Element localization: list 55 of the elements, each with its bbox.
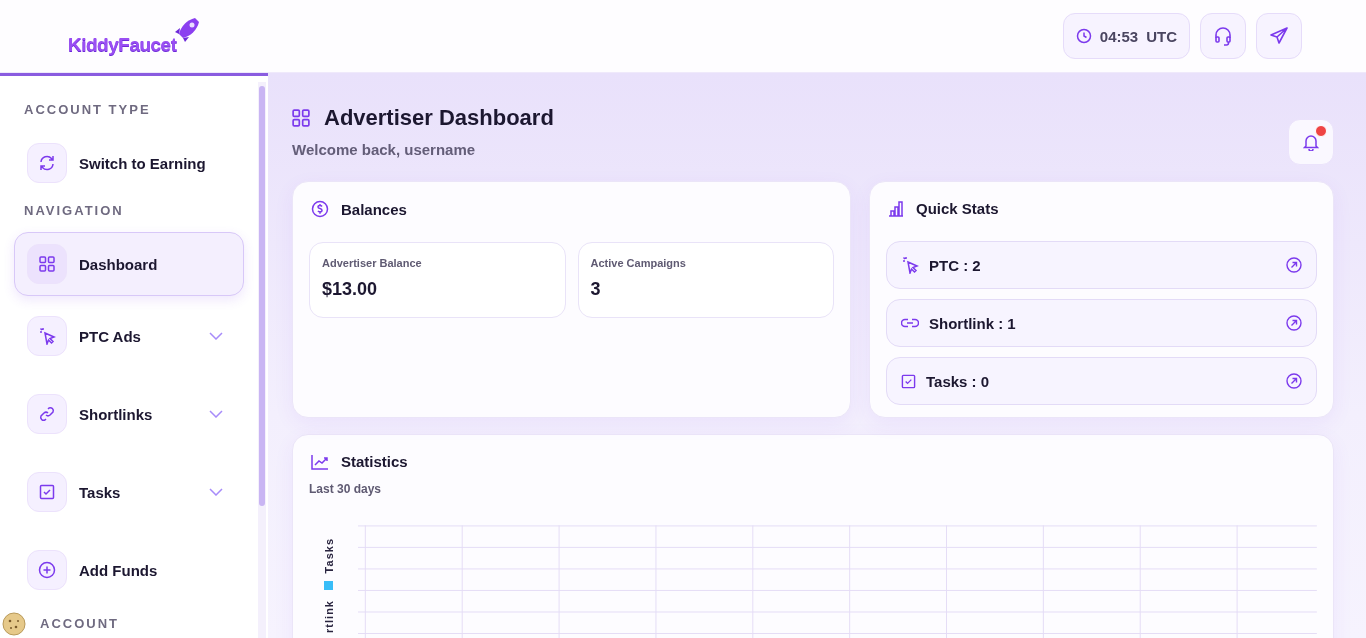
link-icon bbox=[38, 405, 56, 423]
balance-label: Active Campaigns bbox=[590, 257, 687, 269]
card-title: Quick Stats bbox=[916, 200, 999, 217]
cookie-icon[interactable] bbox=[2, 612, 26, 636]
quick-stat-label: Tasks : 0 bbox=[926, 372, 991, 390]
balance-value: 3 bbox=[590, 279, 602, 300]
scrollbar-thumb[interactable] bbox=[259, 86, 265, 506]
refresh-icon bbox=[38, 154, 56, 172]
support-button[interactable] bbox=[1200, 13, 1246, 59]
welcome-text: Welcome back, username bbox=[292, 141, 477, 158]
cursor-click-icon bbox=[901, 256, 919, 274]
checkbox-icon bbox=[39, 484, 55, 500]
quick-stat-label: PTC : 2 bbox=[929, 256, 982, 274]
quick-stat-label: Shortlink : 1 bbox=[929, 314, 1017, 332]
nav-item[interactable]: Switch to Earning bbox=[14, 131, 244, 195]
bell-icon bbox=[1303, 133, 1319, 151]
arrow-circle-icon bbox=[1286, 373, 1302, 389]
checkbox-icon bbox=[901, 373, 916, 389]
balance-label: Advertiser Balance bbox=[322, 257, 423, 269]
card-title: Statistics bbox=[341, 453, 408, 470]
notification-button[interactable] bbox=[1288, 119, 1334, 165]
dollar-circle-icon bbox=[311, 200, 329, 218]
clock-time: 04:53 bbox=[1099, 27, 1139, 45]
nav-item[interactable]: PTC Ads bbox=[14, 304, 244, 368]
arrow-circle-icon bbox=[1286, 257, 1302, 273]
legend-label: rtlink bbox=[322, 600, 335, 634]
nav-item[interactable]: Add Funds bbox=[14, 538, 244, 602]
legend-label: Tasks bbox=[322, 538, 335, 574]
arrow-circle-icon bbox=[1286, 315, 1302, 331]
section-heading: ACCOUNT bbox=[39, 616, 120, 631]
clock-icon bbox=[1075, 28, 1092, 44]
plus-circle-icon bbox=[38, 561, 56, 579]
link-icon bbox=[901, 318, 919, 328]
paper-plane-icon bbox=[1269, 26, 1289, 46]
telegram-button[interactable] bbox=[1256, 13, 1302, 59]
balance-value: $13.00 bbox=[322, 279, 379, 300]
nav-item[interactable]: Shortlinks bbox=[14, 382, 244, 446]
trend-chart-icon bbox=[311, 453, 329, 470]
nav-item[interactable]: Dashboard bbox=[14, 232, 244, 296]
headset-icon bbox=[1213, 26, 1233, 46]
section-heading: NAVIGATION bbox=[23, 203, 125, 218]
section-heading: ACCOUNT TYPE bbox=[23, 102, 152, 117]
bar-chart-icon bbox=[888, 200, 904, 217]
quick-stat-row[interactable]: PTC : 2 bbox=[886, 241, 1317, 289]
grid-icon bbox=[39, 256, 55, 272]
quick-stat-row[interactable]: Shortlink : 1 bbox=[886, 299, 1317, 347]
quick-stat-row[interactable]: Tasks : 0 bbox=[886, 357, 1317, 405]
nav-item[interactable]: Tasks bbox=[14, 460, 244, 524]
logo-text[interactable]: KiddyFaucet bbox=[68, 34, 177, 56]
cursor-click-icon bbox=[38, 327, 56, 345]
clock-zone: UTC bbox=[1146, 27, 1177, 45]
page-title: Advertiser Dashboard bbox=[324, 105, 554, 131]
grid-icon bbox=[292, 109, 310, 127]
card-title: Balances bbox=[341, 200, 407, 218]
period-text: Last 30 days bbox=[309, 482, 383, 496]
